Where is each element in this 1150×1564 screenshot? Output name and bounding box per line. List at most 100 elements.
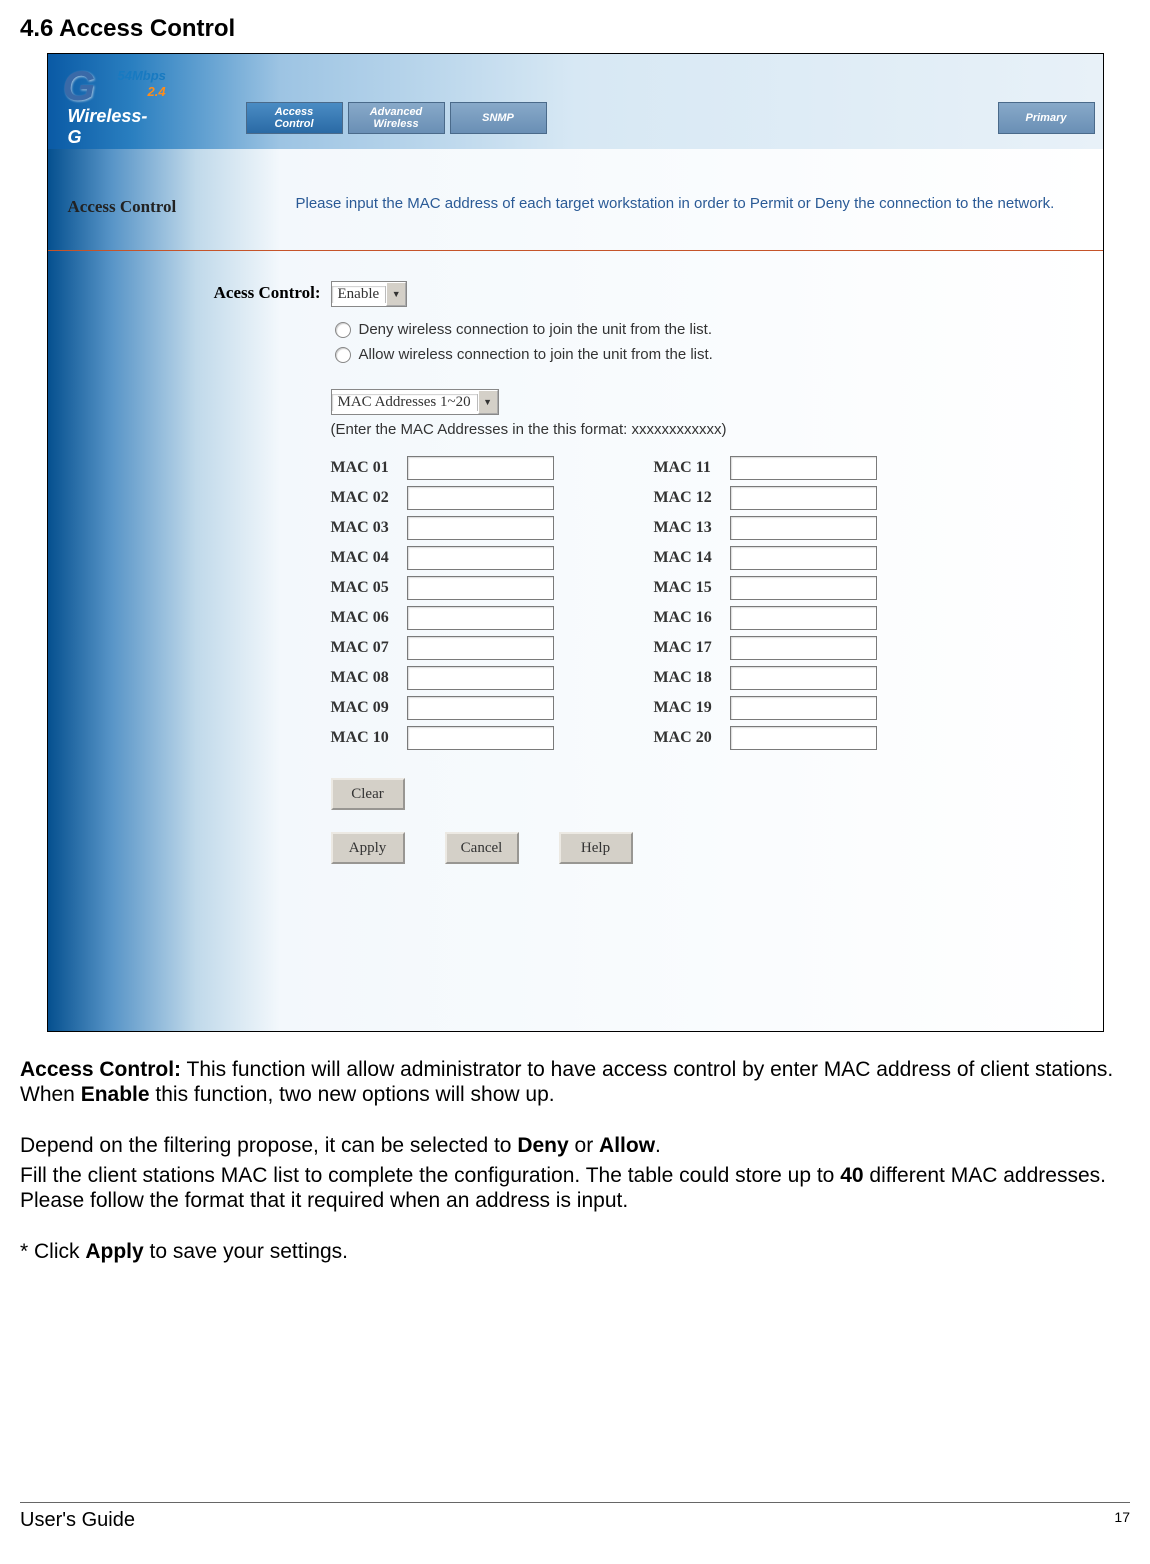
logo-wireless-g: Wireless-G xyxy=(68,106,148,148)
cancel-button[interactable]: Cancel xyxy=(445,832,519,864)
mac-row: MAC 11 xyxy=(654,456,877,480)
mac-input-04[interactable] xyxy=(407,546,554,570)
mac-row: MAC 02 xyxy=(331,486,554,510)
mac-row: MAC 19 xyxy=(654,696,877,720)
mac-row: MAC 13 xyxy=(654,516,877,540)
footer-title: User's Guide xyxy=(20,1509,135,1532)
mac-row: MAC 18 xyxy=(654,666,877,690)
mac-input-14[interactable] xyxy=(730,546,877,570)
mac-input-11[interactable] xyxy=(730,456,877,480)
radio-deny-row[interactable]: Deny wireless connection to join the uni… xyxy=(331,321,877,338)
section-title: 4.6 Access Control xyxy=(20,15,1130,43)
mac-row: MAC 07 xyxy=(331,636,554,660)
help-button[interactable]: Help xyxy=(559,832,633,864)
mac-input-17[interactable] xyxy=(730,636,877,660)
mac-label: MAC 12 xyxy=(654,489,730,507)
mac-input-06[interactable] xyxy=(407,606,554,630)
access-control-select-value: Enable xyxy=(332,286,387,303)
mac-label: MAC 20 xyxy=(654,729,730,747)
mac-row: MAC 04 xyxy=(331,546,554,570)
mac-input-20[interactable] xyxy=(730,726,877,750)
info-label: Access Control xyxy=(48,187,266,230)
mac-label: MAC 04 xyxy=(331,549,407,567)
mac-input-12[interactable] xyxy=(730,486,877,510)
logo-sub: 2.4 xyxy=(148,84,166,99)
tab-advanced-wireless[interactable]: Advanced Wireless xyxy=(348,102,445,134)
mac-row: MAC 06 xyxy=(331,606,554,630)
mac-row: MAC 10 xyxy=(331,726,554,750)
mac-label: MAC 09 xyxy=(331,699,407,717)
logo-g: G xyxy=(63,62,96,109)
mac-input-13[interactable] xyxy=(730,516,877,540)
t4-a: * Click xyxy=(20,1240,85,1263)
mac-label: MAC 08 xyxy=(331,669,407,687)
tab-snmp[interactable]: SNMP xyxy=(450,102,547,134)
t2-a: Depend on the filtering propose, it can … xyxy=(20,1134,517,1157)
banner: G 54Mbps 2.4 Wireless-G Access Control A… xyxy=(48,54,1103,149)
mac-row: MAC 09 xyxy=(331,696,554,720)
mac-input-19[interactable] xyxy=(730,696,877,720)
mac-input-18[interactable] xyxy=(730,666,877,690)
t2-bold1: Deny xyxy=(517,1134,568,1157)
mac-col-left: MAC 01 MAC 02 MAC 03 MAC 04 MAC 05 MAC 0… xyxy=(331,456,554,750)
t2-b: or xyxy=(569,1134,599,1157)
mac-label: MAC 05 xyxy=(331,579,407,597)
mac-input-09[interactable] xyxy=(407,696,554,720)
mac-label: MAC 11 xyxy=(654,459,730,477)
mac-row: MAC 15 xyxy=(654,576,877,600)
t2-bold2: Allow xyxy=(599,1134,655,1157)
form-label: Acess Control: xyxy=(48,281,321,991)
t3-bold: 40 xyxy=(840,1164,863,1187)
mac-input-10[interactable] xyxy=(407,726,554,750)
access-control-select[interactable]: Enable ▼ xyxy=(331,281,408,307)
mac-label: MAC 15 xyxy=(654,579,730,597)
form-area: Acess Control: Enable ▼ Deny wireless co… xyxy=(48,251,1103,1031)
radio-allow[interactable] xyxy=(335,347,351,363)
t4-bold: Apply xyxy=(85,1240,143,1263)
mac-row: MAC 03 xyxy=(331,516,554,540)
apply-button[interactable]: Apply xyxy=(331,832,405,864)
mac-row: MAC 12 xyxy=(654,486,877,510)
tab-primary[interactable]: Primary xyxy=(998,102,1095,134)
clear-button[interactable]: Clear xyxy=(331,778,405,810)
chevron-down-icon[interactable]: ▼ xyxy=(386,282,406,306)
mac-row: MAC 05 xyxy=(331,576,554,600)
page-number: 17 xyxy=(1114,1509,1130,1532)
radio-deny[interactable] xyxy=(335,322,351,338)
mac-label: MAC 03 xyxy=(331,519,407,537)
tab-access-control[interactable]: Access Control xyxy=(246,102,343,134)
radio-allow-row[interactable]: Allow wireless connection to join the un… xyxy=(331,346,877,363)
t1-b: this function, two new options will show… xyxy=(150,1083,555,1106)
mac-label: MAC 17 xyxy=(654,639,730,657)
mac-input-05[interactable] xyxy=(407,576,554,600)
radio-deny-label: Deny wireless connection to join the uni… xyxy=(359,321,713,338)
mac-input-15[interactable] xyxy=(730,576,877,600)
radio-allow-label: Allow wireless connection to join the un… xyxy=(359,346,713,363)
mac-input-02[interactable] xyxy=(407,486,554,510)
info-section: Access Control Please input the MAC addr… xyxy=(48,149,1103,251)
mac-input-03[interactable] xyxy=(407,516,554,540)
mac-range-select[interactable]: MAC Addresses 1~20 ▼ xyxy=(331,389,499,415)
mac-table: MAC 01 MAC 02 MAC 03 MAC 04 MAC 05 MAC 0… xyxy=(331,456,877,750)
mac-input-07[interactable] xyxy=(407,636,554,660)
mac-label: MAC 13 xyxy=(654,519,730,537)
mac-label: MAC 02 xyxy=(331,489,407,507)
mac-input-08[interactable] xyxy=(407,666,554,690)
mac-label: MAC 10 xyxy=(331,729,407,747)
t4-b: to save your settings. xyxy=(144,1240,348,1263)
t2-c: . xyxy=(655,1134,661,1157)
mac-label: MAC 14 xyxy=(654,549,730,567)
mac-input-01[interactable] xyxy=(407,456,554,480)
mac-label: MAC 16 xyxy=(654,609,730,627)
mac-row: MAC 14 xyxy=(654,546,877,570)
logo: G 54Mbps 2.4 Wireless-G xyxy=(63,62,96,110)
mac-row: MAC 01 xyxy=(331,456,554,480)
mac-row: MAC 20 xyxy=(654,726,877,750)
info-text: Please input the MAC address of each tar… xyxy=(266,187,1095,230)
mac-row: MAC 16 xyxy=(654,606,877,630)
mac-input-16[interactable] xyxy=(730,606,877,630)
nav-tabs: Access Control Advanced Wireless SNMP xyxy=(246,102,547,134)
t1-bold1: Access Control: xyxy=(20,1058,181,1081)
mac-label: MAC 19 xyxy=(654,699,730,717)
chevron-down-icon[interactable]: ▼ xyxy=(478,390,498,414)
